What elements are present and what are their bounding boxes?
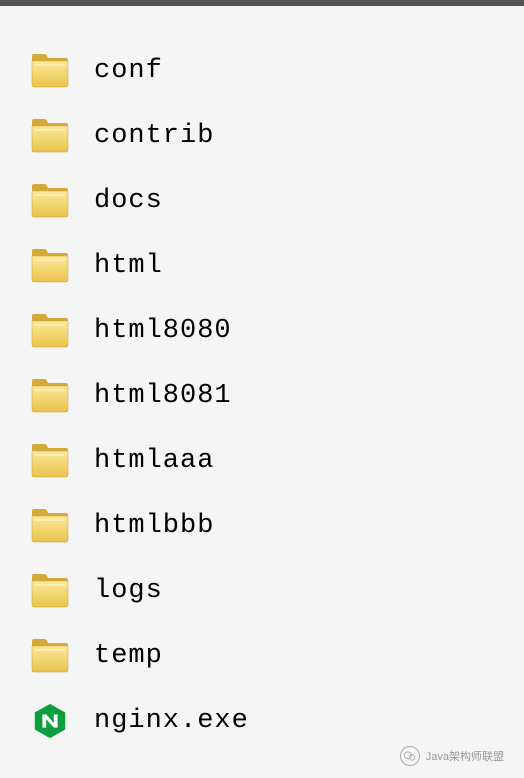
file-list: conf contrib docs html html8080 html8081 — [0, 6, 524, 753]
file-item[interactable]: htmlaaa — [30, 428, 524, 493]
file-name: html — [94, 251, 163, 281]
folder-icon — [30, 118, 70, 154]
watermark-text: Java架构师联盟 — [426, 748, 504, 764]
file-item[interactable]: conf — [30, 38, 524, 103]
folder-icon — [30, 508, 70, 544]
folder-icon — [30, 183, 70, 219]
file-item[interactable]: html — [30, 233, 524, 298]
folder-icon — [30, 443, 70, 479]
folder-icon — [30, 313, 70, 349]
wechat-icon — [400, 746, 420, 766]
file-name: logs — [94, 576, 163, 606]
file-name: nginx.exe — [94, 706, 249, 736]
file-name: htmlaaa — [94, 446, 214, 476]
folder-icon — [30, 248, 70, 284]
file-item[interactable]: htmlbbb — [30, 493, 524, 558]
folder-icon — [30, 53, 70, 89]
nginx-icon — [30, 703, 70, 739]
file-item[interactable]: nginx.exe — [30, 688, 524, 753]
file-name: contrib — [94, 121, 214, 151]
file-name: conf — [94, 56, 163, 86]
file-item[interactable]: html8080 — [30, 298, 524, 363]
folder-icon — [30, 638, 70, 674]
file-item[interactable]: docs — [30, 168, 524, 233]
file-item[interactable]: logs — [30, 558, 524, 623]
file-name: htmlbbb — [94, 511, 214, 541]
file-item[interactable]: contrib — [30, 103, 524, 168]
watermark: Java架构师联盟 — [400, 746, 504, 766]
file-name: html8081 — [94, 381, 232, 411]
file-name: temp — [94, 641, 163, 671]
file-item[interactable]: html8081 — [30, 363, 524, 428]
file-name: docs — [94, 186, 163, 216]
file-item[interactable]: temp — [30, 623, 524, 688]
folder-icon — [30, 378, 70, 414]
file-name: html8080 — [94, 316, 232, 346]
folder-icon — [30, 573, 70, 609]
